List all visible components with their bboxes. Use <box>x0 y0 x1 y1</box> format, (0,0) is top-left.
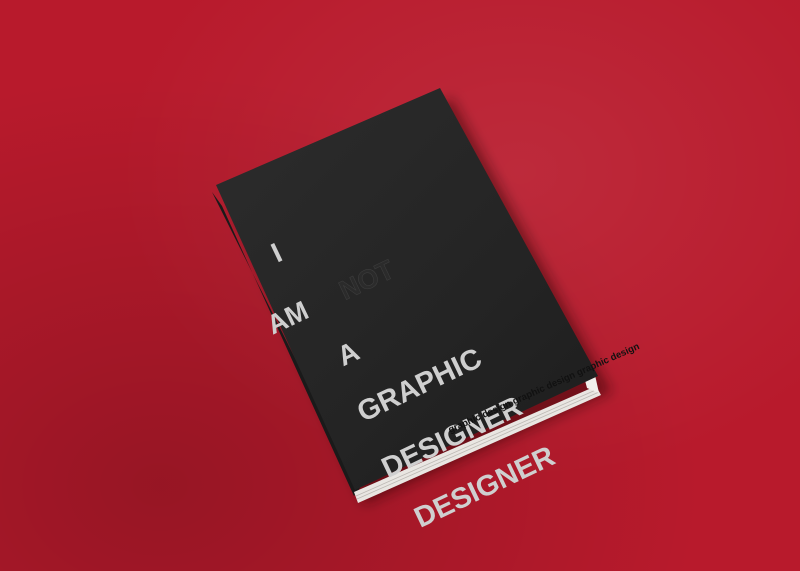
book: I AM NOT A GRAPHIC DESIGNER DESIGNER gra… <box>0 0 800 571</box>
book-illustration: I AM NOT A GRAPHIC DESIGNER DESIGNER gra… <box>212 88 641 534</box>
book-cover <box>216 88 598 490</box>
red-paper-background: I AM NOT A GRAPHIC DESIGNER DESIGNER gra… <box>0 0 800 571</box>
